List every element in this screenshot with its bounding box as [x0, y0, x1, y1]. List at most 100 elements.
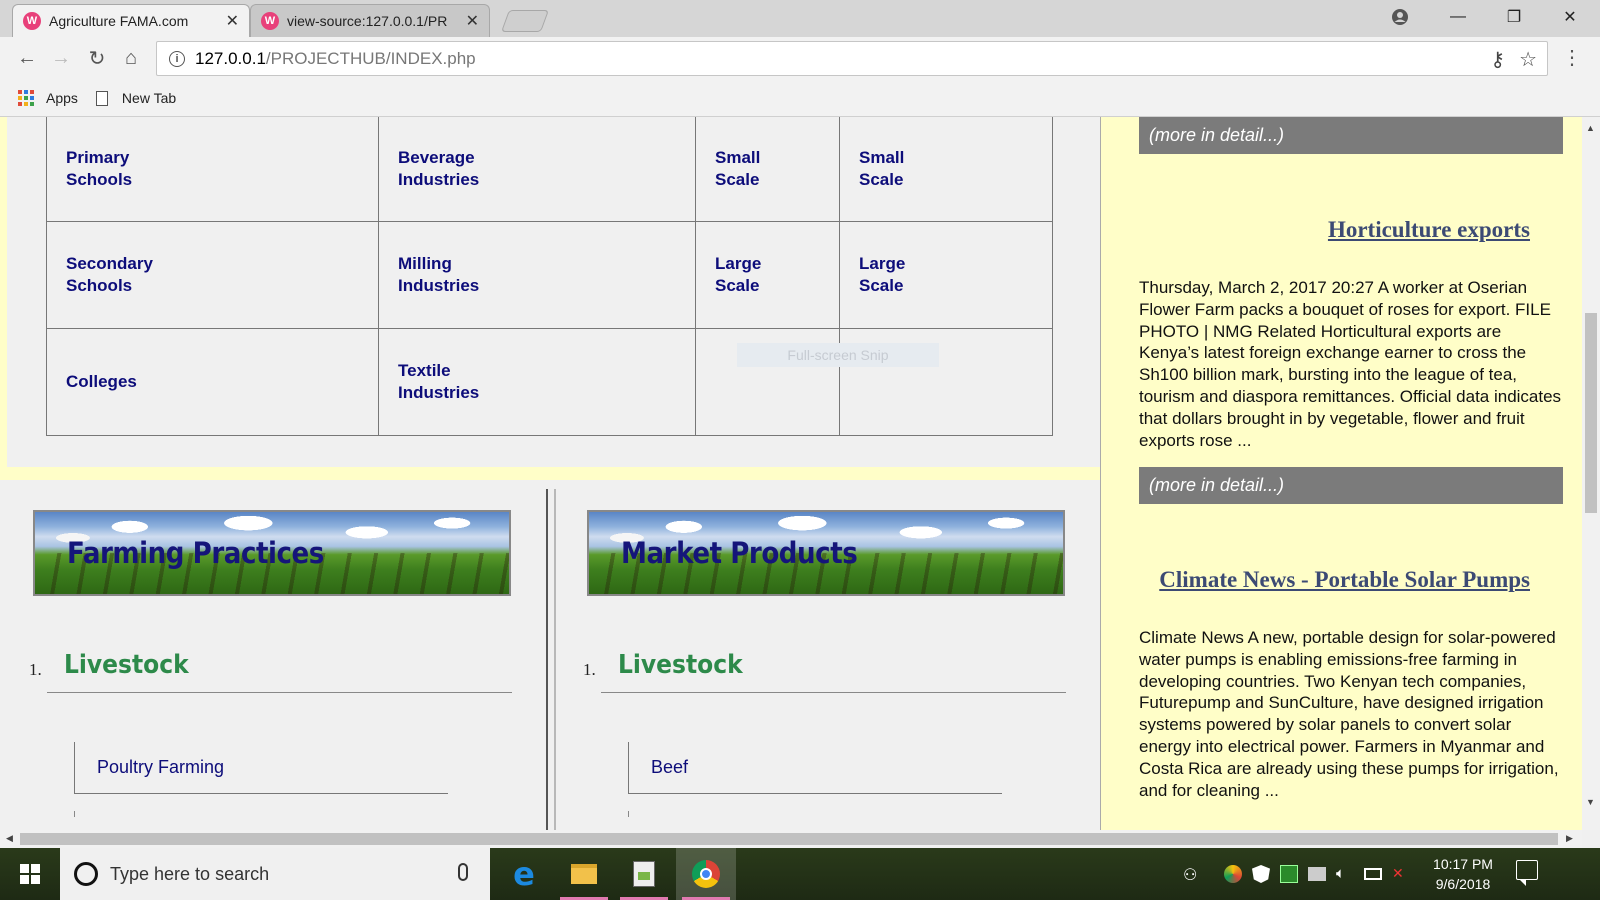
sub-item-poultry-farming[interactable]: Poultry Farming — [74, 742, 448, 794]
category-livestock-link[interactable]: Livestock — [618, 650, 743, 680]
table-cell[interactable]: Colleges — [46, 327, 379, 436]
wamp-favicon-icon: W — [261, 12, 279, 30]
start-button[interactable] — [0, 848, 60, 900]
edge-app[interactable]: e — [494, 848, 554, 900]
reload-icon[interactable]: ↻ — [84, 45, 110, 71]
bookmark-label: New Tab — [121, 90, 177, 106]
scroll-down-arrow-icon[interactable]: ▼ — [1586, 797, 1595, 807]
table-cell[interactable]: Beverage Industries — [378, 117, 696, 222]
close-tab-icon[interactable]: ✕ — [466, 11, 479, 31]
battery-icon[interactable] — [1364, 868, 1382, 880]
microphone-icon[interactable] — [458, 863, 468, 881]
news-title-link[interactable]: Horticulture exports — [1130, 217, 1530, 243]
page-viewport: Primary Schools Beverage Industries Smal… — [0, 117, 1582, 830]
chrome-tray-icon[interactable] — [1224, 865, 1242, 883]
category-livestock-link[interactable]: Livestock — [64, 650, 189, 680]
key-icon[interactable]: ⚷ — [1490, 47, 1505, 72]
tab-title: view-source:127.0.0.1/PR — [287, 13, 448, 29]
browser-toolbar: ← → ↻ ⌂ i 127.0.0.1/PROJECTHUB/INDEX.php… — [0, 37, 1600, 80]
table-cell[interactable]: Primary Schools — [46, 117, 379, 222]
bookmark-new-tab[interactable]: New Tab — [95, 90, 177, 106]
more-in-detail-button[interactable]: (more in detail...) — [1139, 467, 1563, 504]
folder-icon — [571, 864, 597, 884]
close-tab-icon[interactable]: ✕ — [226, 11, 239, 31]
home-icon[interactable]: ⌂ — [118, 45, 144, 71]
sub-item-beef[interactable]: Beef — [628, 742, 1002, 794]
table-cell[interactable]: Small Scale — [695, 117, 840, 222]
scrollbar-thumb[interactable] — [20, 833, 1558, 845]
back-arrow-icon[interactable]: ← — [14, 45, 40, 71]
close-window-icon[interactable]: ✕ — [1542, 0, 1598, 34]
table-cell[interactable]: Large Scale — [695, 220, 840, 329]
menu-dots-icon[interactable]: ⋮ — [1562, 45, 1582, 70]
notepad-app[interactable] — [614, 848, 674, 900]
horizontal-scrollbar[interactable]: ◀ ▶ — [0, 830, 1582, 848]
snip-overlay[interactable]: Full-screen Snip — [737, 343, 939, 367]
news-sidebar: (more in detail...) Horticulture exports… — [1100, 117, 1582, 830]
list-number: 1. — [583, 660, 596, 679]
table-cell[interactable]: Textile Industries — [378, 327, 696, 436]
people-icon[interactable]: ⚇ — [1183, 865, 1201, 884]
scroll-up-arrow-icon[interactable]: ▲ — [1586, 123, 1595, 133]
new-tab-button[interactable] — [500, 10, 550, 32]
edge-icon: e — [513, 855, 535, 893]
vertical-scrollbar[interactable]: ▲ ▼ — [1582, 117, 1600, 830]
table-row: Primary Schools Beverage Industries Smal… — [46, 117, 1053, 222]
windows-taskbar: Type here to search e ⚇ 🔈︎ ✕ 10:17 PM 9/… — [0, 848, 1600, 900]
scrollbar-thumb[interactable] — [1585, 313, 1597, 513]
wamp-tray-icon[interactable] — [1280, 865, 1298, 883]
table-row: Secondary Schools Milling Industries Lar… — [46, 220, 1053, 329]
tab-agriculture[interactable]: W Agriculture FAMA.com ✕ — [12, 4, 250, 37]
forward-arrow-icon[interactable]: → — [48, 45, 74, 71]
taskbar-clock[interactable]: 10:17 PM 9/6/2018 — [1418, 854, 1508, 894]
scroll-left-arrow-icon[interactable]: ◀ — [6, 833, 13, 844]
news-body: Climate News A new, portable design for … — [1139, 628, 1559, 800]
farming-practices-banner[interactable]: Farming Practices — [33, 510, 511, 596]
windows-logo-icon — [20, 864, 40, 884]
bookmark-apps[interactable]: Apps — [18, 90, 78, 106]
scroll-right-arrow-icon[interactable]: ▶ — [1566, 833, 1573, 844]
tab-title: Agriculture FAMA.com — [49, 13, 189, 29]
table-cell[interactable]: Large Scale — [839, 220, 1053, 329]
url-path: /PROJECTHUB/INDEX.php — [265, 48, 476, 68]
market-products-banner[interactable]: Market Products — [587, 510, 1065, 596]
wifi-disconnected-icon[interactable]: ✕ — [1392, 865, 1410, 883]
tab-strip: W Agriculture FAMA.com ✕ W view-source:1… — [0, 0, 1600, 37]
cortana-icon — [74, 862, 98, 886]
news-title-link[interactable]: Climate News - Portable Solar Pumps — [1150, 567, 1530, 593]
search-placeholder: Type here to search — [110, 863, 270, 884]
url-host: 127.0.0.1 — [195, 48, 266, 68]
banner-title: Market Products — [621, 536, 858, 570]
news-body: Thursday, March 2, 2017 20:27 A worker a… — [1139, 278, 1562, 450]
file-explorer-app[interactable] — [554, 848, 614, 900]
taskbar-search-box[interactable]: Type here to search — [60, 848, 490, 900]
star-bookmark-icon[interactable]: ☆ — [1519, 47, 1537, 72]
tab-view-source[interactable]: W view-source:127.0.0.1/PR ✕ — [250, 4, 490, 37]
table-cell[interactable]: Milling Industries — [378, 220, 696, 329]
volume-icon[interactable]: 🔈︎ — [1336, 865, 1354, 883]
clock-time: 10:17 PM — [1433, 856, 1493, 872]
page-icon — [95, 90, 108, 106]
clock-date: 9/6/2018 — [1435, 876, 1491, 892]
bookmarks-bar: Apps New Tab — [0, 80, 1600, 117]
column-divider — [546, 489, 548, 830]
more-in-detail-button[interactable]: (more in detail...) — [1139, 117, 1563, 154]
apps-grid-icon — [18, 90, 34, 106]
shield-icon[interactable] — [1252, 865, 1270, 883]
restore-icon[interactable]: ❐ — [1486, 0, 1542, 34]
chrome-icon — [692, 860, 720, 888]
chrome-app[interactable] — [676, 848, 736, 900]
table-cell[interactable]: Secondary Schools — [46, 220, 379, 329]
network-icon[interactable] — [1308, 867, 1326, 881]
wamp-favicon-icon: W — [23, 12, 41, 30]
address-bar[interactable]: i 127.0.0.1/PROJECTHUB/INDEX.php ⚷ ☆ — [156, 41, 1548, 76]
info-icon[interactable]: i — [169, 50, 185, 67]
table-cell[interactable]: Small Scale — [839, 117, 1053, 222]
profile-icon[interactable] — [1370, 0, 1430, 34]
institutions-table: Primary Schools Beverage Industries Smal… — [46, 117, 1053, 436]
action-center-icon[interactable] — [1516, 860, 1538, 886]
column-divider — [554, 489, 556, 830]
divider — [47, 692, 512, 693]
minimize-icon[interactable]: — — [1430, 0, 1486, 34]
banner-title: Farming Practices — [67, 536, 324, 570]
